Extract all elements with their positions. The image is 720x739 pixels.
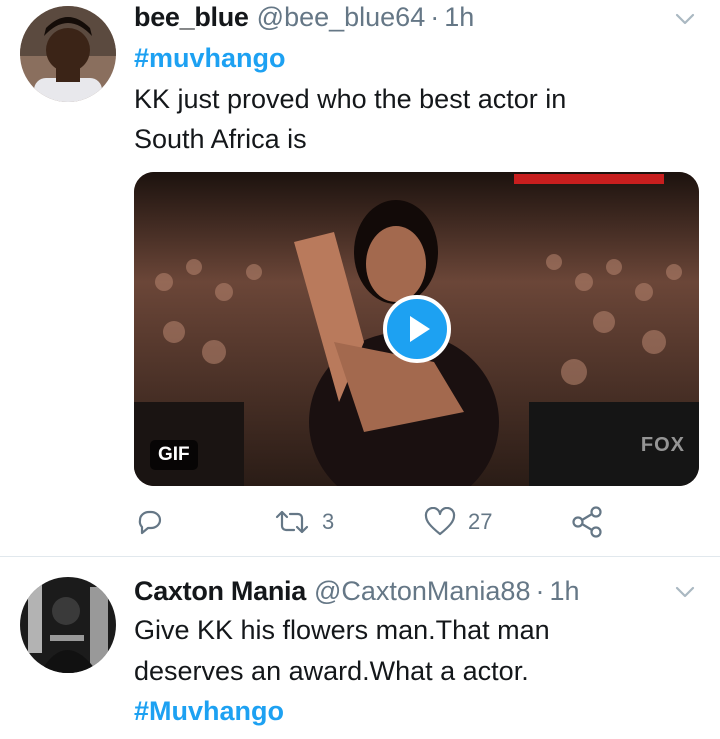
- tweet[interactable]: bee_blue @bee_blue64 · 1h #muvhango KK j…: [0, 0, 720, 556]
- hashtag-link[interactable]: #Muvhango: [134, 691, 694, 732]
- play-button[interactable]: [383, 295, 451, 363]
- avatar-image: [20, 577, 116, 673]
- share-icon: [572, 506, 602, 538]
- tweet-header: bee_blue @bee_blue64 · 1h: [134, 0, 474, 34]
- retweet-button[interactable]: 3: [274, 500, 334, 544]
- author-name[interactable]: bee_blue: [134, 0, 249, 34]
- avatar[interactable]: [20, 577, 116, 673]
- tweet-text: Give KK his flowers man.That man deserve…: [134, 610, 694, 732]
- avatar[interactable]: [20, 6, 116, 102]
- play-icon: [410, 316, 430, 342]
- like-count: 27: [468, 509, 493, 534]
- tweet-text: #muvhango KK just proved who the best ac…: [134, 38, 694, 160]
- tweet[interactable]: Caxton Mania @CaxtonMania88 · 1h Give KK…: [0, 557, 720, 739]
- author-handle[interactable]: @bee_blue64: [257, 0, 426, 34]
- tweet-text-line: deserves an award.What a actor.: [134, 655, 529, 686]
- tweet-header: Caxton Mania @CaxtonMania88 · 1h: [134, 574, 580, 608]
- tweet-text-line: South Africa is: [134, 124, 307, 154]
- avatar-image: [20, 6, 116, 102]
- author-handle[interactable]: @CaxtonMania88: [314, 574, 531, 608]
- reply-button[interactable]: [134, 500, 166, 544]
- like-icon: [424, 507, 456, 536]
- hashtag-link[interactable]: #muvhango: [134, 38, 694, 79]
- tweet-actions: 3 27: [134, 500, 614, 544]
- chevron-down-icon[interactable]: [674, 581, 696, 603]
- separator-dot: ·: [430, 2, 440, 32]
- gif-media[interactable]: FOX GIF: [134, 172, 699, 486]
- tweet-text-line: KK just proved who the best actor in: [134, 83, 567, 114]
- separator-dot: ·: [535, 576, 545, 606]
- author-name[interactable]: Caxton Mania: [134, 574, 306, 608]
- gif-badge: GIF: [150, 440, 198, 470]
- like-button[interactable]: 27: [424, 500, 492, 544]
- retweet-count: 3: [322, 509, 335, 534]
- share-button[interactable]: [570, 500, 604, 544]
- tweet-text-line: Give KK his flowers man.That man: [134, 615, 550, 645]
- retweet-icon: [275, 510, 309, 534]
- chevron-down-icon[interactable]: [674, 8, 696, 30]
- tweet-timestamp[interactable]: 1h: [444, 0, 474, 34]
- reply-icon: [138, 510, 162, 535]
- network-watermark: FOX: [640, 434, 685, 456]
- tweet-timestamp[interactable]: 1h: [549, 574, 579, 608]
